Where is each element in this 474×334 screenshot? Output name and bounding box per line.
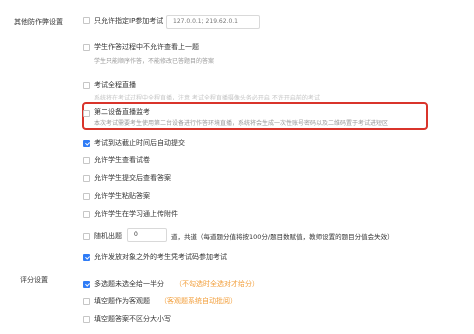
allow-upload-checkbox[interactable] — [83, 211, 90, 218]
no-review-label: 学生作答过程中不允许查看上一题 — [94, 43, 199, 51]
no-review-desc: 学生只能顺序作答，不能修改已答题目的答案 — [94, 58, 215, 65]
fill-objective-note: （客观题系统自动批阅） — [160, 297, 237, 305]
multi-half-checkbox[interactable] — [83, 281, 90, 288]
multi-half-note: （不勾选时全选对才给分） — [175, 280, 259, 288]
random-pick-label: 随机出题 — [94, 232, 122, 240]
anti-cheat-section-label: 其他防作弊设置 — [14, 18, 63, 26]
full-recording-label: 考试全程直播 — [94, 81, 136, 89]
full-recording-checkbox[interactable] — [83, 82, 90, 89]
fill-case-checkbox[interactable] — [83, 316, 90, 323]
no-review-checkbox[interactable] — [83, 44, 90, 51]
allow-view-answer-label: 允许学生提交后查看答案 — [94, 174, 171, 182]
allow-view-paper-label: 允许学生查看试卷 — [94, 156, 150, 164]
random-pick-count-input[interactable]: 0 — [127, 228, 167, 242]
other-candidates-checkbox[interactable] — [83, 254, 90, 261]
random-pick-checkbox[interactable] — [83, 233, 90, 240]
second-device-label: 第二设备直播监考 — [94, 108, 150, 116]
ip-only-label: 只允许指定IP参加考试 — [94, 16, 164, 25]
allow-paste-checkbox[interactable] — [83, 193, 90, 200]
auto-submit-label: 考试到达截止时间后自动提交 — [94, 139, 185, 147]
ip-input[interactable]: 127.0.0.1; 219.62.0.1 — [166, 15, 260, 29]
fill-objective-checkbox[interactable] — [83, 298, 90, 305]
ip-only-checkbox[interactable] — [83, 17, 90, 24]
scoring-section-label: 评分设置 — [20, 276, 48, 284]
multi-half-label: 多选题未选全给一半分 — [94, 280, 164, 288]
allow-view-paper-checkbox[interactable] — [83, 157, 90, 164]
allow-upload-label: 允许学生在学习通上传附件 — [94, 210, 178, 218]
second-device-desc: 本次考试需要考生使用第二台设备进行作答环境直播，系统将会生成一次性账号密码以及二… — [94, 120, 389, 127]
auto-submit-checkbox[interactable] — [83, 140, 90, 147]
fill-objective-label: 填空题作为客观题 — [94, 297, 150, 305]
second-device-checkbox[interactable] — [83, 110, 90, 117]
fill-case-label: 填空题答案不区分大小写 — [94, 315, 171, 323]
other-candidates-label: 允许发放对象之外的考生凭考试码参加考试 — [94, 253, 227, 261]
allow-view-answer-checkbox[interactable] — [83, 175, 90, 182]
random-pick-suffix: 道，共道（每道题分值将按100分/题目数赋值，教师设置的题目分值会失效） — [171, 233, 394, 241]
allow-paste-label: 允许学生粘贴答案 — [94, 192, 150, 200]
full-recording-desc: 系统将在考试过程中全程直播，注意 考试全程直播摄像头务必开启 不许开启前的考试 — [94, 95, 320, 100]
